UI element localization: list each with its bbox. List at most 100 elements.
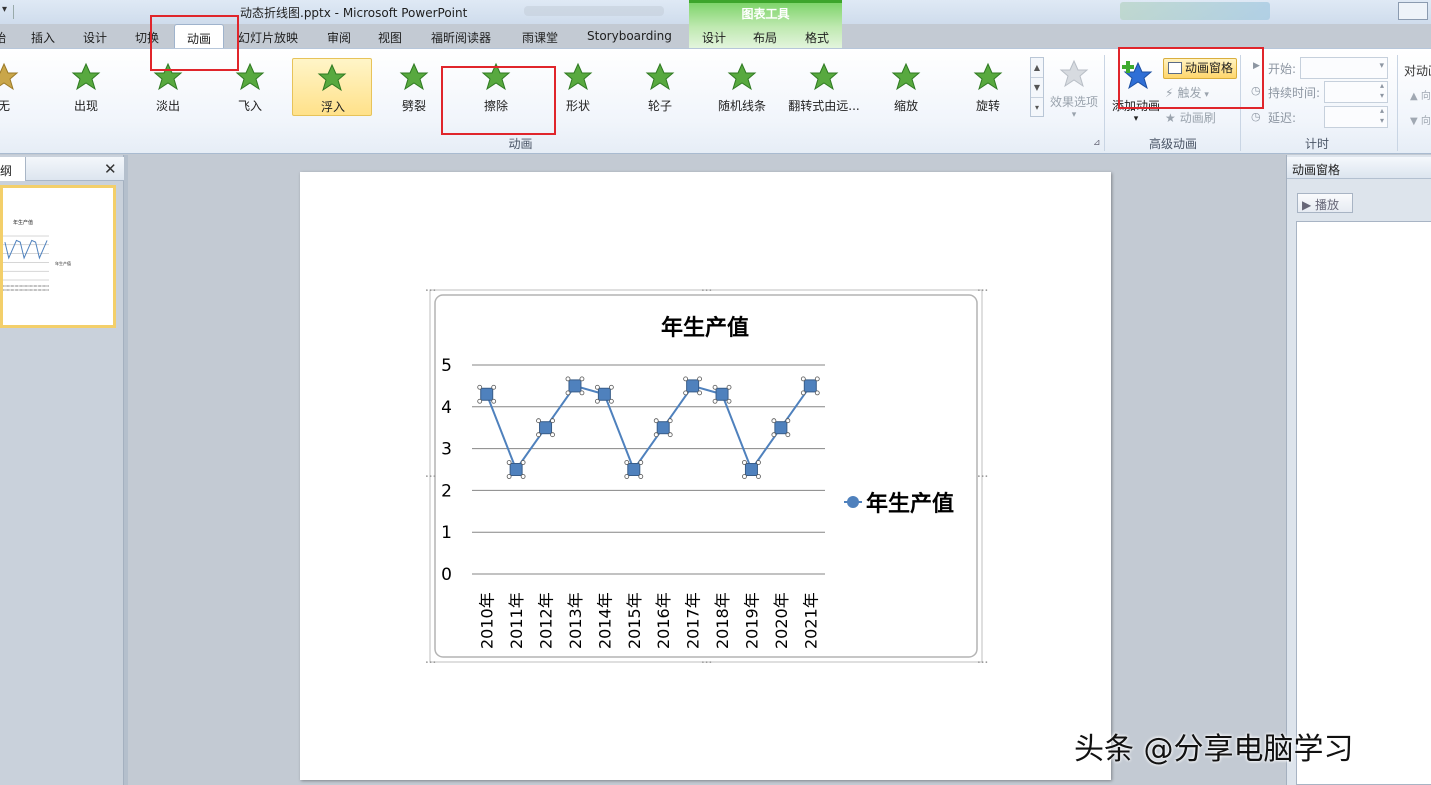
duration-spinner[interactable]: ▴ ▾ bbox=[1324, 81, 1388, 103]
point-selection-handle[interactable] bbox=[756, 460, 761, 465]
line-chart[interactable]: ∙∙∙ ∙∙∙ ∙∙∙ ∙∙∙ ∙∙∙ ∙∙∙ ∙∙∙ ∙∙∙ 年生产值 0 1 2 3 4 5 201… bbox=[300, 172, 1111, 780]
point-selection-handle[interactable] bbox=[550, 418, 555, 424]
point-selection-handle[interactable] bbox=[506, 460, 512, 465]
tab-storyboarding[interactable]: Storyboarding bbox=[587, 29, 672, 43]
point-selection-handle[interactable] bbox=[594, 398, 600, 404]
resize-handle[interactable]: ∙∙∙ bbox=[425, 659, 436, 666]
play-button[interactable]: ▶ 播放 bbox=[1297, 193, 1353, 213]
point-selection-handle[interactable] bbox=[491, 398, 497, 404]
slide-thumbnail[interactable]: 年生产值 年生产值 bbox=[0, 185, 116, 328]
point-selection-handle[interactable] bbox=[565, 376, 571, 382]
point-selection-handle[interactable] bbox=[712, 384, 718, 390]
resize-handle[interactable]: ∙∙∙ bbox=[701, 659, 712, 666]
data-point-marker[interactable] bbox=[686, 379, 700, 393]
effect-options-button[interactable]: 效果选项 ▾ bbox=[1046, 57, 1102, 127]
tab-foxit-reader[interactable]: 福昕阅读器 bbox=[431, 29, 491, 46]
animation-grow-turn-button[interactable]: 翻转式由远... bbox=[784, 58, 864, 116]
data-point-marker[interactable] bbox=[715, 387, 729, 401]
point-selection-handle[interactable] bbox=[520, 474, 526, 479]
close-icon[interactable]: ✕ bbox=[104, 160, 117, 178]
start-select[interactable]: ▾ bbox=[1300, 57, 1388, 79]
delay-spinner[interactable]: ▴ ▾ bbox=[1324, 106, 1388, 128]
point-selection-handle[interactable] bbox=[594, 384, 600, 390]
gallery-down-icon[interactable]: ▼ bbox=[1031, 78, 1043, 98]
move-earlier-icon[interactable]: ▲ 向 bbox=[1410, 87, 1431, 102]
point-selection-handle[interactable] bbox=[726, 398, 732, 404]
point-selection-handle[interactable] bbox=[814, 390, 820, 396]
point-selection-handle[interactable] bbox=[800, 390, 806, 396]
point-selection-handle[interactable] bbox=[638, 460, 644, 465]
data-point-marker[interactable] bbox=[656, 421, 670, 435]
point-selection-handle[interactable] bbox=[506, 474, 512, 479]
resize-handle[interactable]: ∙∙∙ bbox=[977, 473, 988, 480]
point-selection-handle[interactable] bbox=[756, 474, 761, 479]
resize-handle[interactable]: ∙∙∙ bbox=[425, 287, 436, 294]
tab-insert[interactable]: 插入 bbox=[31, 29, 55, 46]
data-point-marker[interactable] bbox=[744, 463, 758, 476]
point-selection-handle[interactable] bbox=[520, 460, 526, 465]
tab-slideshow[interactable]: 幻灯片放映 bbox=[238, 29, 298, 46]
point-selection-handle[interactable] bbox=[814, 376, 820, 382]
point-selection-handle[interactable] bbox=[742, 460, 747, 465]
animation-appear-button[interactable]: 出现 bbox=[46, 58, 126, 116]
point-selection-handle[interactable] bbox=[697, 390, 703, 396]
animation-float-in-button[interactable]: 浮入 bbox=[292, 58, 372, 116]
slide[interactable]: ∙∙∙ ∙∙∙ ∙∙∙ ∙∙∙ ∙∙∙ ∙∙∙ ∙∙∙ ∙∙∙ 年生产值 0 1 2 3 4 5 201… bbox=[300, 172, 1111, 780]
point-selection-handle[interactable] bbox=[785, 418, 791, 424]
data-point-marker[interactable] bbox=[568, 379, 582, 393]
gallery-up-icon[interactable]: ▲ bbox=[1031, 58, 1043, 78]
point-selection-handle[interactable] bbox=[653, 418, 659, 424]
resize-handle[interactable]: ∙∙∙ bbox=[977, 287, 988, 294]
data-point-marker[interactable] bbox=[774, 421, 788, 435]
tab-chart-layout[interactable]: 布局 bbox=[753, 29, 777, 46]
data-point-marker[interactable] bbox=[803, 379, 817, 393]
point-selection-handle[interactable] bbox=[653, 432, 659, 438]
point-selection-handle[interactable] bbox=[800, 376, 806, 382]
point-selection-handle[interactable] bbox=[726, 384, 732, 390]
quick-access-dropdown-icon[interactable]: ▾ bbox=[2, 4, 7, 15]
data-point-marker[interactable] bbox=[627, 463, 641, 476]
point-selection-handle[interactable] bbox=[608, 398, 614, 404]
animation-none-button[interactable]: 无 bbox=[0, 58, 44, 116]
point-selection-handle[interactable] bbox=[697, 376, 703, 382]
point-selection-handle[interactable] bbox=[667, 432, 673, 438]
gallery-more-icon[interactable]: ▾ bbox=[1031, 98, 1043, 118]
point-selection-handle[interactable] bbox=[550, 432, 555, 438]
tab-design[interactable]: 设计 bbox=[83, 29, 107, 46]
point-selection-handle[interactable] bbox=[683, 390, 689, 396]
resize-handle[interactable]: ∙∙∙ bbox=[701, 287, 712, 294]
point-selection-handle[interactable] bbox=[712, 398, 718, 404]
point-selection-handle[interactable] bbox=[785, 432, 791, 438]
point-selection-handle[interactable] bbox=[667, 418, 673, 424]
point-selection-handle[interactable] bbox=[491, 384, 497, 390]
data-point-marker[interactable] bbox=[509, 463, 523, 476]
point-selection-handle[interactable] bbox=[624, 474, 630, 479]
tab-chart-design[interactable]: 设计 bbox=[702, 29, 726, 46]
point-selection-handle[interactable] bbox=[638, 474, 644, 479]
point-selection-handle[interactable] bbox=[742, 474, 747, 479]
point-selection-handle[interactable] bbox=[579, 390, 585, 396]
animation-swivel-button[interactable]: 旋转 bbox=[948, 58, 1028, 116]
point-selection-handle[interactable] bbox=[477, 398, 483, 404]
outline-tab[interactable]: 纲 bbox=[0, 157, 26, 181]
point-selection-handle[interactable] bbox=[771, 418, 777, 424]
data-point-marker[interactable] bbox=[480, 387, 494, 401]
animation-list[interactable] bbox=[1296, 221, 1431, 785]
animation-zoom-button[interactable]: 缩放 bbox=[866, 58, 946, 116]
gallery-scroll[interactable]: ▲ ▼ ▾ bbox=[1030, 57, 1044, 117]
tab-start-partial[interactable]: 始 bbox=[0, 29, 6, 46]
point-selection-handle[interactable] bbox=[624, 460, 630, 465]
animation-painter-button[interactable]: ★ 动画刷 bbox=[1165, 109, 1237, 129]
move-later-icon[interactable]: ▼ 向 bbox=[1410, 112, 1431, 127]
point-selection-handle[interactable] bbox=[579, 376, 585, 382]
point-selection-handle[interactable] bbox=[608, 384, 614, 390]
resize-handle[interactable]: ∙∙∙ bbox=[977, 659, 988, 666]
tab-chart-format[interactable]: 格式 bbox=[805, 29, 829, 46]
data-point-marker[interactable] bbox=[597, 387, 611, 401]
point-selection-handle[interactable] bbox=[536, 418, 541, 424]
tab-rain-classroom[interactable]: 雨课堂 bbox=[522, 29, 558, 46]
tab-review[interactable]: 审阅 bbox=[327, 29, 351, 46]
animation-wheel-button[interactable]: 轮子 bbox=[620, 58, 700, 116]
point-selection-handle[interactable] bbox=[771, 432, 777, 438]
point-selection-handle[interactable] bbox=[683, 376, 689, 382]
